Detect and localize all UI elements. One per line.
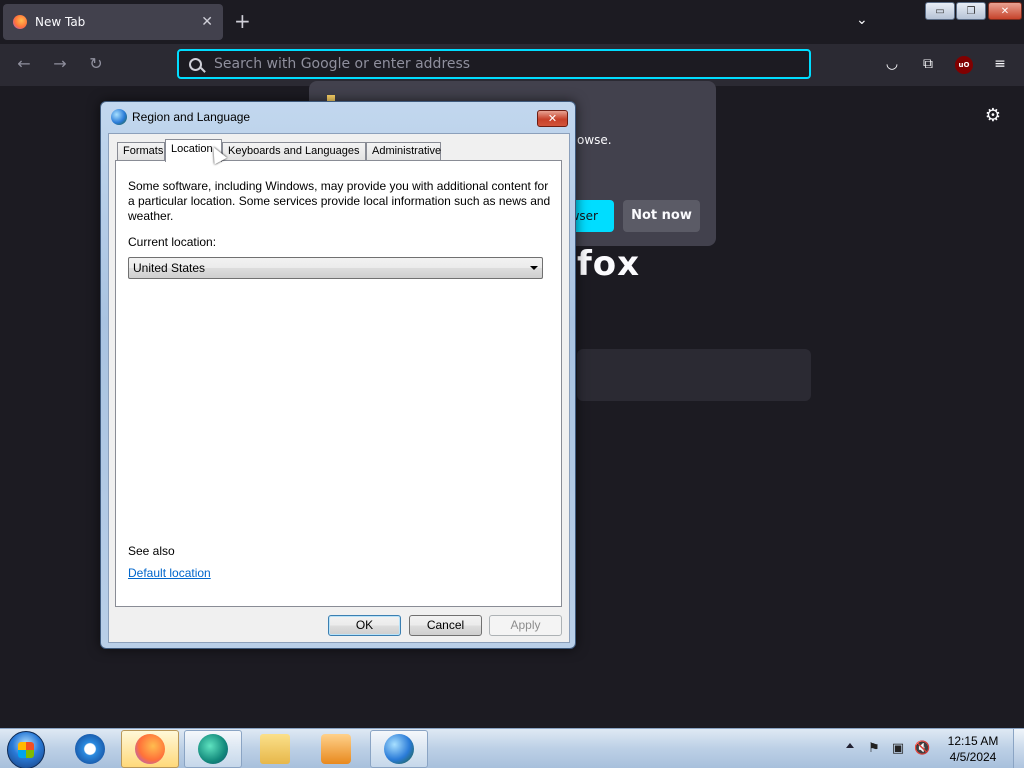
tab-formats[interactable]: Formats: [117, 142, 165, 161]
taskbar-media-player[interactable]: [307, 730, 365, 768]
firefox-icon: [135, 734, 165, 764]
default-location-link[interactable]: Default location: [128, 566, 211, 580]
current-location-dropdown[interactable]: United States: [128, 257, 543, 279]
show-desktop-button[interactable]: [1013, 729, 1024, 768]
current-location-value: United States: [133, 261, 206, 275]
not-now-button[interactable]: Not now: [623, 200, 700, 232]
taskbar-firefox[interactable]: [121, 730, 179, 768]
media-player-icon: [321, 734, 351, 764]
firefox-wordmark: fox: [577, 244, 641, 284]
show-hidden-icons-chevron-icon[interactable]: [846, 743, 854, 748]
cancel-button[interactable]: Cancel: [409, 615, 482, 636]
volume-muted-icon[interactable]: 🔇: [914, 741, 930, 757]
start-button[interactable]: [7, 731, 45, 768]
dialog-title: Region and Language: [132, 110, 251, 124]
folder-icon: [260, 734, 290, 764]
region-and-language-dialog: Region and Language ✕ Formats Location K…: [100, 101, 576, 649]
network-icon[interactable]: ▣: [890, 741, 906, 757]
firefox-favicon-icon: [13, 15, 27, 29]
extensions-icon[interactable]: ⧉: [919, 55, 937, 73]
system-clock[interactable]: 12:15 AM 4/5/2024: [940, 733, 1006, 765]
clock-time: 12:15 AM: [947, 734, 999, 748]
back-arrow-icon[interactable]: ←: [14, 54, 34, 74]
tab-administrative[interactable]: Administrative: [366, 142, 441, 161]
taskbar-internet-explorer[interactable]: [61, 730, 119, 768]
url-input[interactable]: [214, 56, 794, 72]
tab-title: New Tab: [35, 15, 86, 29]
globe-clock-icon: [111, 109, 127, 125]
ublock-origin-icon[interactable]: uO: [955, 56, 973, 74]
current-location-label: Current location:: [128, 235, 217, 249]
clock-date: 4/5/2024: [949, 750, 997, 764]
forward-arrow-icon[interactable]: →: [50, 54, 70, 74]
ok-button[interactable]: OK: [328, 615, 401, 636]
newtab-search-box[interactable]: [577, 349, 811, 401]
search-icon: [189, 57, 202, 71]
address-bar[interactable]: [177, 49, 811, 79]
hamburger-menu-icon[interactable]: ≡: [991, 55, 1009, 73]
browser-tab-new-tab[interactable]: New Tab ✕: [3, 4, 223, 40]
reload-icon[interactable]: ↻: [86, 54, 106, 74]
apply-button[interactable]: Apply: [489, 615, 562, 636]
list-all-tabs-icon[interactable]: ⌄: [856, 12, 872, 28]
taskbar-region-and-language[interactable]: [370, 730, 428, 768]
dialog-title-bar: Region and Language: [111, 109, 250, 125]
see-also-heading: See also: [128, 544, 175, 558]
edge-icon: [198, 734, 228, 764]
taskbar: ⚑ ▣ 🔇 12:15 AM 4/5/2024: [0, 728, 1024, 768]
action-center-flag-icon[interactable]: ⚑: [866, 741, 882, 757]
window-restore-button[interactable]: ❐: [956, 2, 986, 20]
popup-message: owse.: [577, 133, 612, 147]
dialog-close-button[interactable]: ✕: [537, 110, 568, 127]
tab-keyboards-and-languages[interactable]: Keyboards and Languages: [222, 142, 366, 161]
newtab-settings-gear-icon[interactable]: ⚙: [983, 106, 1003, 126]
internet-explorer-icon: [75, 734, 105, 764]
windows-logo-icon: [18, 742, 34, 758]
navigation-toolbar: ← → ↻ ◡ ⧉ uO ≡: [0, 44, 1024, 86]
taskbar-edge[interactable]: [184, 730, 242, 768]
tab-strip: New Tab ✕ + ⌄ ▭ ❐ ✕: [0, 0, 1024, 44]
window-close-button[interactable]: ✕: [988, 2, 1022, 20]
location-description: Some software, including Windows, may pr…: [128, 179, 551, 223]
tab-close-icon[interactable]: ✕: [201, 14, 213, 30]
window-minimize-button[interactable]: ▭: [925, 2, 955, 20]
dialog-body: Formats Location Keyboards and Languages…: [108, 133, 570, 643]
dropdown-arrow-icon: [530, 266, 538, 270]
globe-clock-icon: [384, 734, 414, 764]
pocket-icon[interactable]: ◡: [883, 55, 901, 73]
new-tab-button[interactable]: +: [234, 10, 251, 32]
taskbar-windows-explorer[interactable]: [246, 730, 304, 768]
location-tab-panel: Some software, including Windows, may pr…: [115, 160, 562, 607]
